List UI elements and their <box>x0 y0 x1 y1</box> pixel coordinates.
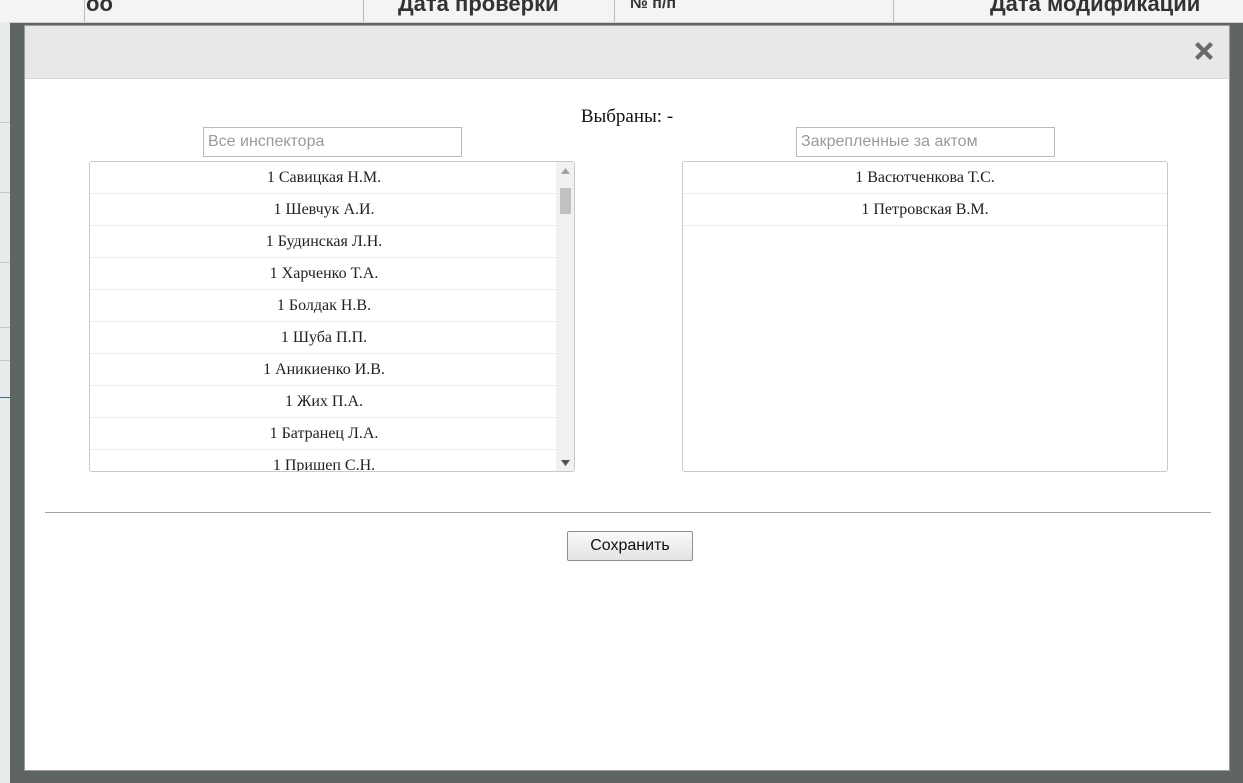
list-item[interactable]: 1 Болдак Н.В. <box>90 290 558 322</box>
list-item[interactable]: 1 Шуба П.П. <box>90 322 558 354</box>
list-item[interactable]: 1 Петровская В.М. <box>683 194 1167 226</box>
background-header-cell: Дата модификации <box>990 0 1201 16</box>
assigned-inspectors-items: 1 Васютченкова Т.С. 1 Петровская В.М. <box>683 162 1167 226</box>
divider <box>45 512 1211 513</box>
background-table-header: oo Дата проверки № п/п Дата модификации <box>0 0 1243 23</box>
list-item[interactable]: 1 Аникиенко И.В. <box>90 354 558 386</box>
inspector-assignment-dialog: Выбраны: - 1 Савицкая Н.М. 1 Шевчук А.И.… <box>24 25 1230 771</box>
background-header-cell: Дата проверки <box>398 0 559 16</box>
list-item[interactable]: 1 Савицкая Н.М. <box>90 162 558 194</box>
all-inspectors-items: 1 Савицкая Н.М. 1 Шевчук А.И. 1 Будинска… <box>90 162 558 471</box>
save-button[interactable]: Сохранить <box>567 531 693 561</box>
scrollbar-thumb[interactable] <box>560 188 571 214</box>
all-inspectors-list[interactable]: 1 Савицкая Н.М. 1 Шевчук А.И. 1 Будинска… <box>89 161 575 472</box>
list-item[interactable]: 1 Будинская Л.Н. <box>90 226 558 258</box>
scroll-up-icon[interactable] <box>557 162 574 179</box>
all-inspectors-filter-input[interactable] <box>203 127 462 157</box>
selected-status: Выбраны: - <box>580 106 674 127</box>
list-item[interactable]: 1 Батранец Л.А. <box>90 418 558 450</box>
list-scrollbar[interactable] <box>556 162 574 471</box>
list-item[interactable]: 1 Харченко Т.А. <box>90 258 558 290</box>
assigned-inspectors-filter-input[interactable] <box>796 127 1055 157</box>
background-header-cell: № п/п <box>630 0 677 12</box>
dialog-header <box>25 26 1229 79</box>
list-item[interactable]: 1 Шевчук А.И. <box>90 194 558 226</box>
list-item[interactable]: 1 Жих П.А. <box>90 386 558 418</box>
list-item[interactable]: 1 Пришеп С.Н. <box>90 450 558 471</box>
assigned-inspectors-list[interactable]: 1 Васютченкова Т.С. 1 Петровская В.М. <box>682 161 1168 472</box>
background-header-cell: oo <box>86 0 113 16</box>
close-icon[interactable] <box>1191 38 1217 64</box>
scroll-down-icon[interactable] <box>557 454 574 471</box>
background-page-edge <box>0 22 10 783</box>
list-item[interactable]: 1 Васютченкова Т.С. <box>683 162 1167 194</box>
